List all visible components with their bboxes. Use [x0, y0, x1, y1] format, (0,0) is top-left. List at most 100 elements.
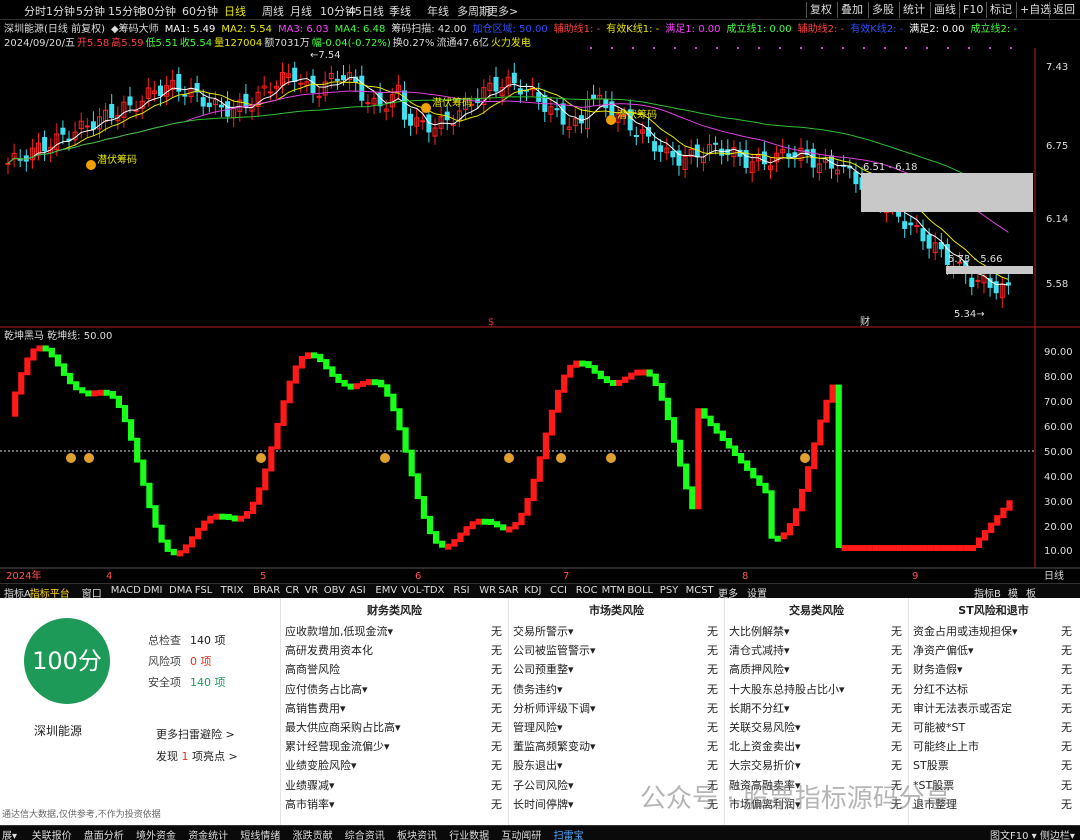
bottom-tab-0[interactable]: 展▾ [2, 827, 17, 840]
bottom-tab-10[interactable]: 互动闻研 [501, 827, 541, 840]
risk-row[interactable]: 股东退出▾ 无 [513, 756, 718, 775]
bottom-tab-9[interactable]: 行业数据 [449, 827, 489, 840]
risk-row[interactable]: 审计无法表示或否定 无 [913, 699, 1072, 718]
indicator-tab-19[interactable]: CCI [550, 585, 567, 596]
candle [908, 215, 914, 236]
indicator-tab-18[interactable]: KDJ [524, 585, 541, 596]
candle [310, 69, 316, 103]
indicator-tab-3[interactable]: MACD [111, 585, 141, 596]
bottom-tab-1[interactable]: 关联报价 [32, 827, 72, 840]
risk-row[interactable]: 业绩变脸风险▾ 无 [285, 756, 502, 775]
candle [768, 157, 773, 180]
risk-row[interactable]: 董监高频繁变动▾ 无 [513, 737, 718, 756]
candle [536, 82, 542, 110]
risk-row[interactable]: 长期不分红▾ 无 [729, 699, 902, 718]
indicator-tab-6[interactable]: FSL [195, 585, 213, 596]
risk-row[interactable]: 高销售费用▾ 无 [285, 699, 502, 718]
risk-row[interactable]: 关联交易风险▾ 无 [729, 718, 902, 737]
risk-row[interactable]: 公司预重整▾ 无 [513, 660, 718, 679]
bottom-tab-11[interactable]: 扫雷宝 [554, 827, 584, 840]
osc-bar [725, 438, 732, 449]
risk-row[interactable]: 北上资金卖出▾ 无 [729, 737, 902, 756]
bottom-tab-5[interactable]: 短线情绪 [240, 827, 280, 840]
risk-row[interactable]: 管理风险▾ 无 [513, 718, 718, 737]
bottom-tab-8[interactable]: 板块资讯 [397, 827, 437, 840]
kline-chart[interactable]: 7.43 6.75 6.14 5.58 90.00 80.00 70.00 60.00 50.0… [0, 0, 1080, 583]
osc-bar [914, 545, 922, 552]
indicator-tab-23[interactable]: PSY [660, 585, 679, 596]
risk-row[interactable]: 最大供应商采购占比高▾ 无 [285, 718, 502, 737]
osc-bar [311, 352, 318, 359]
indicator-tab-12[interactable]: ASI [350, 585, 366, 596]
osc-bar [750, 467, 757, 479]
indicator-tab-11[interactable]: OBV [324, 585, 345, 596]
risk-row[interactable]: 净资产偏低▾ 无 [913, 641, 1072, 660]
risk-row[interactable]: 十大股东总持股占比小▾ 无 [729, 680, 902, 699]
indicator-tab-10[interactable]: VR [305, 585, 319, 596]
indicator-tab-14[interactable]: VOL-TDX [401, 585, 444, 596]
date-tick-5: 8 [742, 571, 748, 582]
osc-bar [317, 353, 324, 363]
risk-row[interactable]: 分红不达标 无 [913, 680, 1072, 699]
risk-row[interactable]: 交易所警示▾ 无 [513, 622, 718, 641]
more-scan-link[interactable]: 更多扫雷避险 > [156, 726, 235, 742]
risk-row[interactable]: 业绩骤减▾ 无 [285, 776, 502, 795]
risk-row-value: 无 [1061, 682, 1072, 696]
candle [999, 276, 1005, 308]
indicator-tab-20[interactable]: ROC [576, 585, 598, 596]
bottom-tab-2[interactable]: 盘面分析 [84, 827, 124, 840]
risk-row[interactable]: ST股票 无 [913, 756, 1072, 775]
price-tick-0: 7.43 [1046, 62, 1068, 73]
osc-bar [109, 391, 116, 399]
osc-bar [85, 390, 92, 397]
risk-row-label: 长时间停牌▾ [513, 797, 574, 811]
risk-row[interactable]: 高质押风险▾ 无 [729, 660, 902, 679]
risk-row[interactable]: 应收款增加,低现金流▾ 无 [285, 622, 502, 641]
risk-row[interactable]: 公司被监管警示▾ 无 [513, 641, 718, 660]
risk-row[interactable]: 资金占用或违规担保▾ 无 [913, 622, 1072, 641]
highlight-count: 1 [181, 750, 189, 763]
highlight-link[interactable]: 发现 1 项亮点 > [156, 748, 238, 764]
risk-row[interactable]: 分析师评级下调▾ 无 [513, 699, 718, 718]
risk-row[interactable]: 债务违约▾ 无 [513, 680, 718, 699]
bottom-tab-6[interactable]: 涨跌贡献 [293, 827, 333, 840]
risk-row[interactable]: 累计经营现金流偏少▾ 无 [285, 737, 502, 756]
candle [755, 147, 761, 171]
money-bag-icon [606, 453, 616, 463]
risk-row[interactable]: 高商誉风险 无 [285, 660, 502, 679]
risk-row[interactable]: 清仓式减持▾ 无 [729, 641, 902, 660]
indicator-tab-21[interactable]: MTM [602, 585, 625, 596]
risk-row[interactable]: 应付债务占比高▾ 无 [285, 680, 502, 699]
indicator-tab-7[interactable]: TRIX [221, 585, 244, 596]
risk-row[interactable]: 高研发费用资本化 无 [285, 641, 502, 660]
indicator-tab-8[interactable]: BRAR [253, 585, 280, 596]
indicator-tab-17[interactable]: SAR [498, 585, 518, 596]
osc-bar [304, 352, 312, 360]
indicator-tab-5[interactable]: DMA [169, 585, 192, 596]
risk-row-label: 高市销率▾ [285, 797, 335, 811]
osc-bar [73, 381, 80, 391]
osc-bar [54, 354, 61, 367]
risk-row[interactable]: 大比例解禁▾ 无 [729, 622, 902, 641]
indicator-tab-9[interactable]: CR [285, 585, 299, 596]
risk-row[interactable]: 可能终止上市 无 [913, 737, 1072, 756]
risk-row[interactable]: 可能被*ST 无 [913, 718, 1072, 737]
risk-row[interactable]: 大宗交易折价▾ 无 [729, 756, 902, 775]
indicator-tab-22[interactable]: BOLL [627, 585, 653, 596]
bottom-tab-4[interactable]: 资金统计 [188, 827, 228, 840]
risk-row[interactable]: 高市销率▾ 无 [285, 795, 502, 814]
indicator-tab-24[interactable]: MCST [686, 585, 714, 596]
candle [426, 108, 432, 143]
osc-bar [176, 550, 183, 557]
indicator-tab-4[interactable]: DMI [143, 585, 162, 596]
indicator-tab-15[interactable]: RSI [453, 585, 469, 596]
osc-bar [292, 365, 299, 384]
osc-bar [591, 365, 598, 374]
risk-column-title: 交易类风险 [789, 604, 844, 617]
bottom-tab-3[interactable]: 境外资金 [136, 827, 176, 840]
bottom-tab-7[interactable]: 综合资讯 [345, 827, 385, 840]
indicator-tab-16[interactable]: WR [479, 585, 496, 596]
indicator-tab-13[interactable]: EMV [375, 585, 397, 596]
risk-row[interactable]: 财务造假▾ 无 [913, 660, 1072, 679]
bottom-right-tools[interactable]: 图文F10 ▾ 侧边栏▾ [990, 827, 1075, 840]
